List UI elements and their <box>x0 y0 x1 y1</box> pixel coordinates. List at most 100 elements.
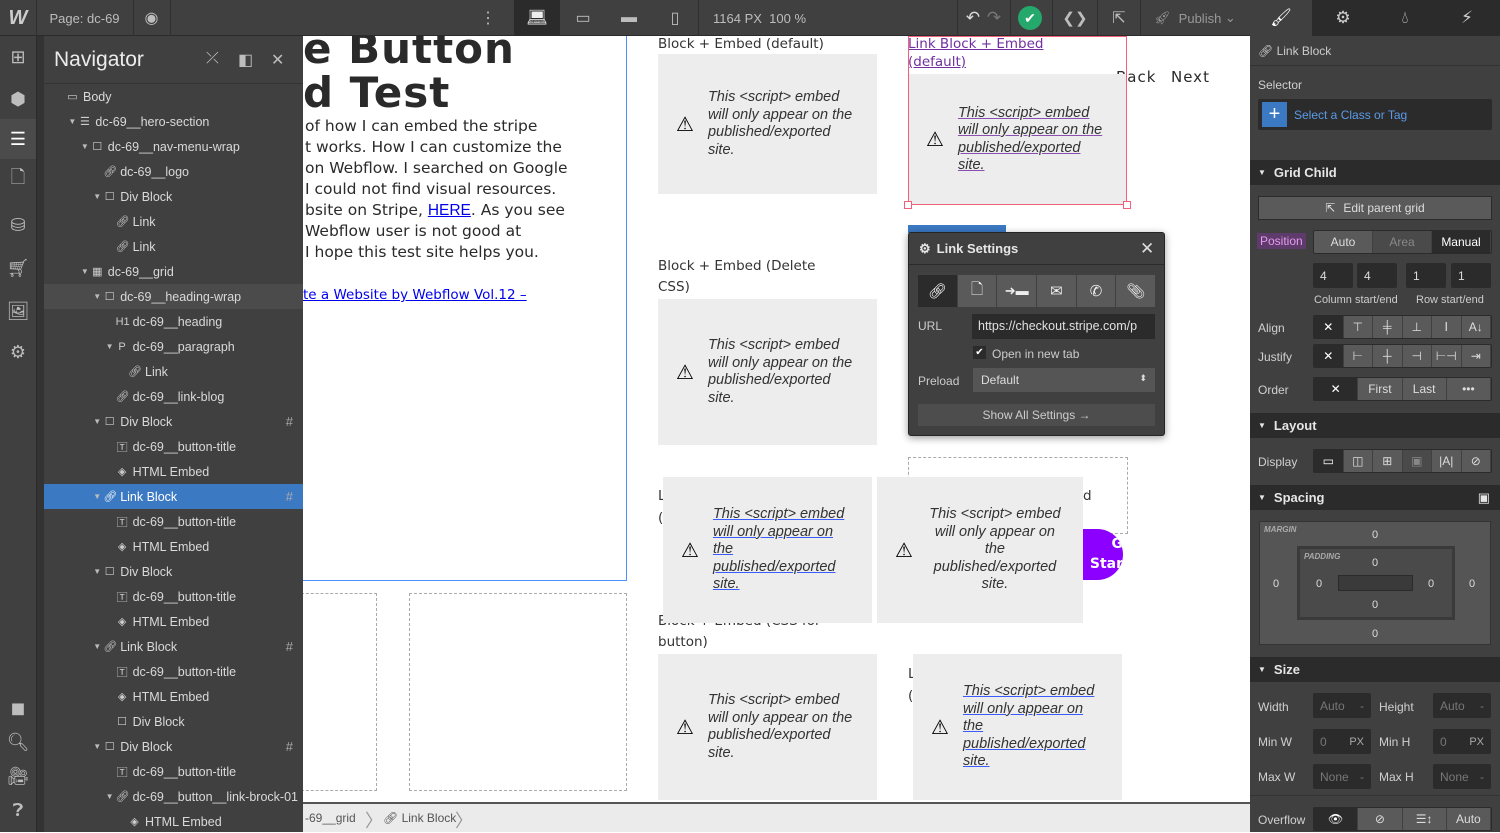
min-height-input[interactable]: 0 PX <box>1433 729 1491 754</box>
align-start-icon[interactable]: ⊤ <box>1343 316 1373 338</box>
navigator-row[interactable]: ▼ ☐ Div Block <box>44 559 303 584</box>
navigator-row[interactable]: ☐ Div Block <box>44 709 303 734</box>
html-embed-placeholder[interactable]: ⚠ This <script> embed will only appear on… <box>658 54 877 194</box>
grid-child-header[interactable]: ▼ Grid Child <box>1250 160 1500 185</box>
caret-down-icon[interactable]: ▼ <box>91 417 103 426</box>
here-link[interactable]: HERE <box>428 202 471 219</box>
display-inline-icon[interactable]: |A| <box>1432 450 1462 472</box>
max-width-input[interactable]: None - <box>1313 764 1371 789</box>
align-end-icon[interactable]: ⊥ <box>1402 316 1432 338</box>
get-started-button[interactable]: G Star <box>1083 529 1123 580</box>
margin-left[interactable]: 0 <box>1273 578 1279 590</box>
tablet-breakpoint-icon[interactable]: ▭ <box>560 0 606 36</box>
ecommerce-icon[interactable]: 🛒︎ <box>0 248 36 288</box>
export-icon[interactable]: ⇱ <box>1105 0 1133 36</box>
navigator-row[interactable]: ▼ ☐ Div Block <box>44 184 303 209</box>
size-header[interactable]: ▼ Size <box>1250 657 1500 682</box>
navigator-row[interactable]: ▼ ☐ Div Block # <box>44 409 303 434</box>
cube-icon[interactable]: ⬢ <box>0 79 36 119</box>
url-link-icon[interactable]: 🔗︎ <box>918 275 957 307</box>
caret-down-icon[interactable]: ▼ <box>104 792 116 801</box>
dock-panel-icon[interactable]: ◧ <box>238 50 253 70</box>
order-last[interactable]: Last <box>1402 378 1447 400</box>
section-icon[interactable]: ➜▬ <box>997 275 1037 307</box>
help-icon[interactable]: ❓︎ <box>0 790 36 830</box>
height-input[interactable]: Auto - <box>1433 693 1491 718</box>
html-embed-placeholder[interactable]: ⚠ This <script> embed will only appear on… <box>913 654 1122 800</box>
navigator-row[interactable]: 🔗︎ Link <box>44 359 303 384</box>
position-area[interactable]: Area <box>1373 231 1432 253</box>
show-all-settings-button[interactable]: Show All Settings → <box>918 404 1155 426</box>
blog-link[interactable]: te a Website by Webflow Vol.12 – <box>303 287 527 303</box>
column-start-input[interactable]: 4 <box>1313 263 1353 288</box>
caret-down-icon[interactable]: ▼ <box>91 567 103 576</box>
heading-line-2[interactable]: d Test <box>303 68 450 117</box>
caret-down-icon[interactable]: ▼ <box>91 192 103 201</box>
resize-handle[interactable] <box>1123 201 1131 209</box>
code-icon[interactable]: ❮❯ <box>1060 0 1090 36</box>
navigator-row[interactable]: ▼ ☰ dc-69__hero-section <box>44 109 303 134</box>
settings-icon[interactable]: ⚙ <box>0 332 36 372</box>
navigator-row[interactable]: ▼ ▦ dc-69__grid <box>44 259 303 284</box>
html-embed-placeholder[interactable]: ⚠ This <script> embed will only appear on… <box>877 477 1083 623</box>
position-manual[interactable]: Manual <box>1432 231 1491 253</box>
navigator-row[interactable]: ▼ 🔗︎ dc-69__button__link-brock-01 <box>44 784 303 809</box>
navigator-row[interactable]: ▼ ☐ dc-69__nav-menu-wrap <box>44 134 303 159</box>
navigator-row[interactable]: H1 dc-69__heading <box>44 309 303 334</box>
navigator-row[interactable]: 🔗︎ Link <box>44 234 303 259</box>
margin-top[interactable]: 0 <box>1372 529 1378 541</box>
add-icon[interactable]: ⊞ <box>0 37 36 77</box>
display-none-icon[interactable]: ⊘ <box>1461 450 1491 472</box>
preload-select[interactable]: Default ⬍ <box>973 368 1155 392</box>
navigator-row[interactable]: ◈ HTML Embed <box>44 609 303 634</box>
overflow-hidden-icon[interactable]: ⊘ <box>1358 808 1403 830</box>
justify-none-icon[interactable]: ✕ <box>1314 345 1344 367</box>
caret-down-icon[interactable]: ▼ <box>104 342 116 351</box>
mobile-portrait-icon[interactable]: ▯ <box>652 0 698 36</box>
webflow-logo[interactable]: W <box>0 0 36 36</box>
justify-stretch-icon[interactable]: ⊢⊣ <box>1432 345 1462 367</box>
navigator-row[interactable]: ▼ ☐ Div Block # <box>44 734 303 759</box>
close-icon[interactable]: ✕ <box>1140 239 1154 259</box>
breadcrumb-item[interactable]: -69__grid <box>305 811 356 825</box>
next-link[interactable]: Next <box>1171 68 1210 86</box>
more-dots-icon[interactable]: ⋮ <box>475 0 501 36</box>
desktop-breakpoint-icon[interactable]: 💻︎ <box>514 0 560 36</box>
order-first[interactable]: First <box>1358 378 1403 400</box>
row-end-input[interactable]: 1 <box>1451 263 1491 288</box>
html-embed-placeholder[interactable]: ⚠ This <script> embed will only appear on… <box>658 299 877 445</box>
navigator-row[interactable]: ▼ 🔗︎ Link Block # <box>44 634 303 659</box>
padding-bottom[interactable]: 0 <box>1372 599 1378 611</box>
plus-icon[interactable]: + <box>1262 102 1287 127</box>
order-none[interactable]: ✕ <box>1314 378 1359 400</box>
close-icon[interactable]: ✕ <box>271 50 284 70</box>
max-height-input[interactable]: None - <box>1433 764 1491 789</box>
navigator-row[interactable]: 🔗︎ dc-69__link-blog <box>44 384 303 409</box>
preview-eye-icon[interactable]: ◉ <box>133 0 170 36</box>
caret-down-icon[interactable]: ▼ <box>79 142 91 151</box>
page-selector[interactable]: Page: dc-69 <box>36 0 133 36</box>
cms-icon[interactable]: ⛁ <box>0 205 36 245</box>
overflow-auto[interactable]: Auto <box>1446 808 1491 830</box>
breadcrumb-item[interactable]: 🔗︎ Link Block <box>383 811 456 825</box>
width-input[interactable]: Auto - <box>1313 693 1371 718</box>
url-input[interactable]: https://checkout.stripe.com/p <box>972 314 1155 339</box>
column-end-input[interactable]: 4 <box>1357 263 1397 288</box>
caret-down-icon[interactable]: ▼ <box>79 267 91 276</box>
navigator-row[interactable]: 🔗︎ dc-69__logo <box>44 159 303 184</box>
empty-div-block[interactable] <box>303 593 377 791</box>
justify-center-icon[interactable]: ┼ <box>1373 345 1403 367</box>
mobile-landscape-icon[interactable]: ▬ <box>606 0 652 36</box>
overflow-visible-eye-icon[interactable]: 👁︎ <box>1314 808 1359 830</box>
navigator-row[interactable]: ▼ 🔗︎ Link Block # <box>44 484 303 509</box>
justify-end-icon[interactable]: ⊣ <box>1402 345 1432 367</box>
align-center-icon[interactable]: ╪ <box>1373 316 1403 338</box>
selector-input[interactable]: + Select a Class or Tag <box>1258 99 1492 130</box>
layout-header[interactable]: ▼ Layout <box>1250 413 1500 438</box>
display-flex-icon[interactable]: ◫ <box>1343 450 1373 472</box>
display-inline-block-icon[interactable]: ▣ <box>1402 450 1432 472</box>
empty-div-block[interactable] <box>409 593 627 791</box>
display-block-icon[interactable]: ▭ <box>1314 450 1344 472</box>
navigator-row[interactable]: 🔗︎ Link <box>44 209 303 234</box>
style-brush-icon[interactable]: 🖌︎ <box>1250 0 1312 36</box>
